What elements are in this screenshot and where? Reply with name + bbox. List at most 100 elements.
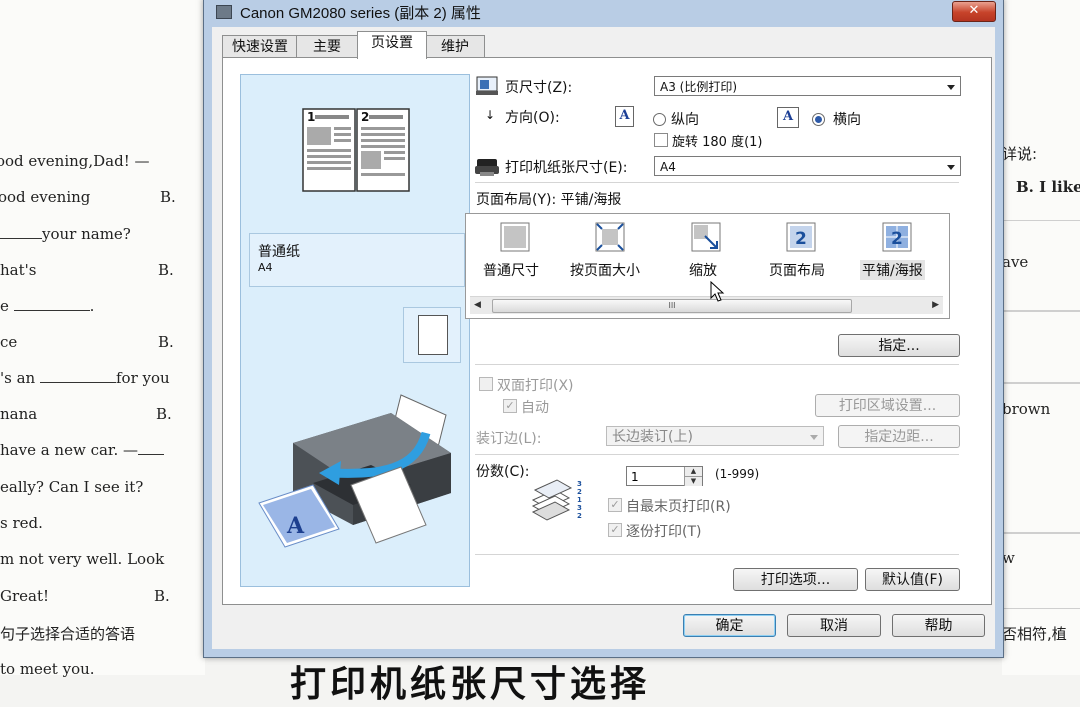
print-from-last-page-label: 自最末页打印(R): [626, 499, 731, 515]
scroll-thumb[interactable]: III: [492, 299, 852, 313]
paper-type-label: 普通纸: [258, 244, 300, 260]
tiling-poster-icon[interactable]: 2: [882, 222, 912, 252]
page-preview-icon: 1 2: [302, 108, 410, 192]
svg-text:2: 2: [577, 512, 582, 520]
ok-button[interactable]: 确定: [683, 614, 776, 637]
portrait-radio[interactable]: [653, 113, 666, 126]
tab-page-setup[interactable]: 页设置: [357, 31, 427, 59]
specify-button[interactable]: 指定...: [838, 334, 960, 357]
portrait-a-icon: A: [615, 106, 634, 127]
copies-spinbox[interactable]: 1 ▲ ▼: [626, 466, 703, 486]
rotate-180-label: 旋转 180 度(1): [672, 135, 763, 150]
chevron-down-icon: [947, 85, 955, 90]
portrait-label: 纵向: [671, 112, 699, 128]
worksheet-option: B.: [158, 333, 174, 351]
table-cell: [1002, 532, 1080, 609]
worksheet-line: your name?: [0, 225, 131, 243]
divider: [475, 364, 959, 365]
worksheet-line: s red.: [0, 514, 43, 532]
worksheet-option: B.: [154, 587, 170, 605]
window-title: Canon GM2080 series (副本 2) 属性: [240, 5, 481, 22]
layout-scaled[interactable]: 缩放: [689, 260, 717, 280]
svg-text:3: 3: [577, 504, 582, 512]
settings-preview: 1 2 普通纸 A4 A: [240, 74, 470, 587]
worksheet-line: ood evening: [0, 188, 91, 206]
copies-range: (1-999): [715, 467, 760, 481]
orientation-label: 方向(O):: [505, 110, 560, 126]
layout-tiling-poster[interactable]: 平铺/海报: [860, 260, 925, 280]
worksheet-line: B. I like: [1016, 178, 1080, 196]
print-area-setup-button[interactable]: 打印区域设置...: [815, 394, 960, 417]
page-layout-label: 页面布局(Y): 平铺/海报: [476, 192, 622, 208]
table-cell: [1002, 310, 1080, 384]
worksheet-line: 详说:: [1002, 145, 1038, 163]
paper-orientation-preview: [403, 307, 461, 363]
fit-to-page-icon[interactable]: [595, 222, 625, 252]
specify-margin-button[interactable]: 指定边距...: [838, 425, 960, 448]
worksheet-option: B.: [158, 261, 174, 279]
worksheet-right: 详说: B. I like ave brown w 否相符,植: [1002, 0, 1080, 675]
defaults-button[interactable]: 默认值(F): [865, 568, 960, 591]
page-setup-panel: 1 2 普通纸 A4 A 页尺寸(Z): A3 (比例打印) ↓ 方向(O): …: [222, 57, 992, 605]
paper-info: 普通纸 A4: [249, 233, 465, 287]
worksheet-line: eally? Can I see it?: [0, 478, 144, 496]
title-bar[interactable]: Canon GM2080 series (副本 2) 属性 ✕: [204, 0, 1003, 25]
page-size-label: 页尺寸(Z):: [505, 80, 573, 96]
scroll-left-icon[interactable]: ◀: [474, 300, 481, 310]
scaled-icon[interactable]: [691, 222, 721, 252]
dialog-client: 快速设置 主要 页设置 维护 1 2 普通纸 A4 A 页尺寸(Z): A3 (…: [212, 27, 995, 649]
landscape-radio[interactable]: [812, 113, 825, 126]
worksheet-option: B.: [156, 405, 172, 423]
layout-scrollbar[interactable]: ◀ III ▶: [470, 296, 943, 314]
auto-label: 自动: [521, 400, 549, 416]
tab-main[interactable]: 主要: [296, 35, 358, 58]
svg-text:1: 1: [307, 110, 315, 124]
worksheet-line: to meet you.: [0, 660, 95, 678]
divider: [475, 182, 959, 183]
layout-fit-to-page[interactable]: 按页面大小: [570, 260, 640, 280]
collate-stack-icon: 3 2 1 3 2: [531, 479, 582, 521]
worksheet-line: m not very well. Look: [0, 550, 165, 568]
collate-checkbox[interactable]: ✓: [608, 523, 622, 537]
tab-quick-setup[interactable]: 快速设置: [222, 35, 298, 58]
copies-label: 份数(C):: [476, 464, 530, 480]
video-subtitle: 打印机纸张尺寸选择: [290, 664, 651, 705]
printer-icon: [475, 159, 499, 176]
worksheet-line: hat's: [0, 261, 37, 279]
collate-label: 逐份打印(T): [626, 524, 702, 540]
stapling-side-select[interactable]: 长边装订(上): [606, 426, 824, 446]
duplex-checkbox[interactable]: [479, 377, 493, 391]
cancel-button[interactable]: 取消: [787, 614, 881, 637]
svg-text:2: 2: [891, 229, 903, 249]
worksheet-left: ood evening,Dad! — ood evening your name…: [0, 0, 205, 678]
chevron-down-icon: [810, 435, 818, 440]
page-layout-icon[interactable]: 2: [786, 222, 816, 252]
duplex-label: 双面打印(X): [497, 378, 574, 394]
print-options-button[interactable]: 打印选项...: [733, 568, 858, 591]
scroll-right-icon[interactable]: ▶: [932, 300, 939, 310]
layout-normal-size[interactable]: 普通尺寸: [483, 260, 539, 280]
printer-paper-size-select[interactable]: A4: [654, 156, 961, 176]
worksheet-line: have a new car. —: [0, 441, 164, 459]
divider: [475, 454, 959, 455]
worksheet-line: 's an for you: [0, 369, 170, 387]
close-button[interactable]: ✕: [952, 1, 996, 22]
print-from-last-page-checkbox[interactable]: ✓: [608, 498, 622, 512]
svg-text:A: A: [286, 513, 305, 539]
mouse-cursor-icon: [710, 281, 725, 302]
spin-down-icon[interactable]: ▼: [684, 476, 702, 486]
page-size-select[interactable]: A3 (比例打印): [654, 76, 961, 96]
stapling-side-label: 装订边(L):: [476, 431, 542, 447]
layout-page-layout[interactable]: 页面布局: [769, 260, 825, 280]
portrait-page-icon: [418, 315, 448, 355]
tab-maintenance[interactable]: 维护: [425, 35, 485, 58]
printer-properties-dialog: Canon GM2080 series (副本 2) 属性 ✕ 快速设置 主要 …: [203, 0, 1004, 658]
rotate-180-checkbox[interactable]: [654, 133, 668, 147]
spin-up-icon[interactable]: ▲: [684, 467, 702, 476]
worksheet-line: 句子选择合适的答语: [0, 625, 136, 643]
normal-size-icon[interactable]: [500, 222, 530, 252]
auto-checkbox[interactable]: ✓: [503, 399, 517, 413]
worksheet-line: 否相符,植: [1002, 625, 1067, 643]
worksheet-line: Great!: [0, 587, 50, 605]
help-button[interactable]: 帮助: [892, 614, 985, 637]
